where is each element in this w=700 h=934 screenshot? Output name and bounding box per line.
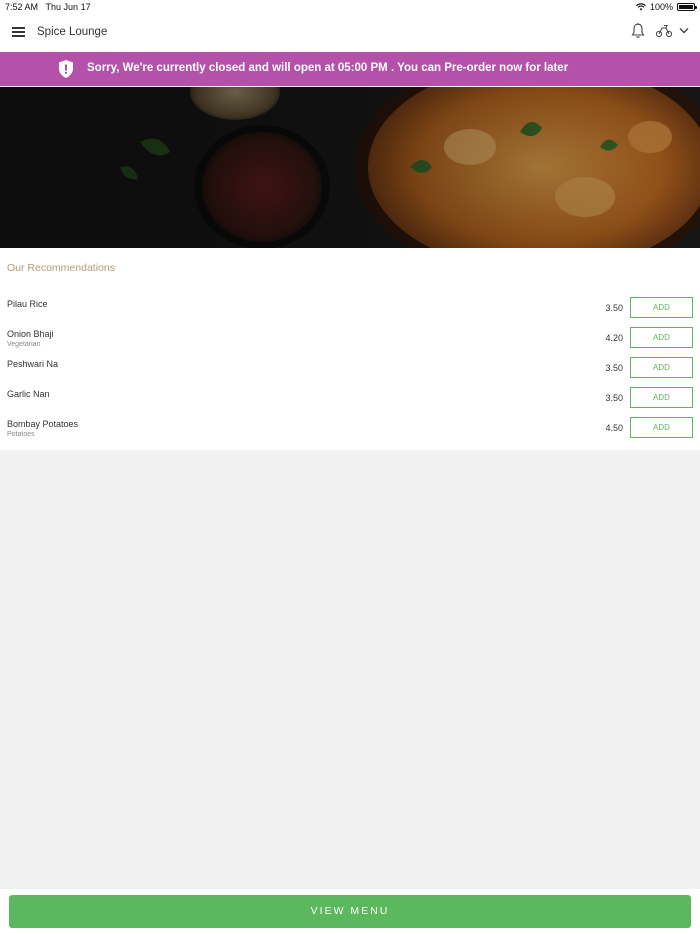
battery-percent: 100% [649,2,673,12]
add-button[interactable]: ADD [630,387,693,408]
page-title: Spice Lounge [37,26,108,38]
status-right: 100% [636,2,697,12]
menu-item: Pilau Rice 3.50 ADD [0,297,700,327]
item-subtitle: Vegetarian [7,341,41,348]
closed-notice-banner: Sorry, We're currently closed and will o… [0,52,700,86]
app-header: Spice Lounge [0,13,700,52]
status-time: 7:52 AM Thu Jun 17 [5,2,91,12]
add-button[interactable]: ADD [630,417,693,438]
item-name: Bombay Potatoes [7,419,79,429]
item-price: 3.50 [605,303,623,313]
status-bar: 7:52 AM Thu Jun 17 100% [0,0,700,13]
menu-item: Bombay Potatoes Potatoes 4.50 ADD [0,417,700,447]
item-subtitle: Potatoes [7,431,35,438]
restaurant-hero-image [0,87,700,248]
bell-icon[interactable] [631,23,645,39]
battery-icon [677,3,697,11]
menu-item: Garlic Nan 3.50 ADD [0,387,700,417]
item-name: Garlic Nan [7,389,50,399]
item-price: 4.50 [605,423,623,433]
view-menu-button[interactable]: VIEW MENU [9,895,691,928]
section-heading: Our Recommendations [7,262,115,274]
add-button[interactable]: ADD [630,297,693,318]
item-price: 3.50 [605,393,623,403]
delivery-scooter-icon[interactable] [655,24,673,38]
banner-message: Sorry, We're currently closed and will o… [87,62,569,74]
item-name: Onion Bhaji [7,329,54,339]
food-photo [0,87,700,248]
bottom-bar: VIEW MENU [0,889,700,934]
recommendations-section: Our Recommendations Pilau Rice 3.50 ADD … [0,248,700,450]
item-name: Peshwari Na [7,359,59,369]
shield-alert-icon [59,60,73,78]
hamburger-menu-icon[interactable] [12,27,25,37]
add-button[interactable]: ADD [630,357,693,378]
menu-item: Peshwari Na 3.50 ADD [0,357,700,387]
item-name: Pilau Rice [7,299,48,309]
menu-item: Onion Bhaji Vegetarian 4.20 ADD [0,327,700,357]
item-price: 3.50 [605,363,623,373]
chevron-down-icon[interactable] [679,27,689,34]
add-button[interactable]: ADD [630,327,693,348]
item-price: 4.20 [605,333,623,343]
wifi-icon [636,3,646,11]
